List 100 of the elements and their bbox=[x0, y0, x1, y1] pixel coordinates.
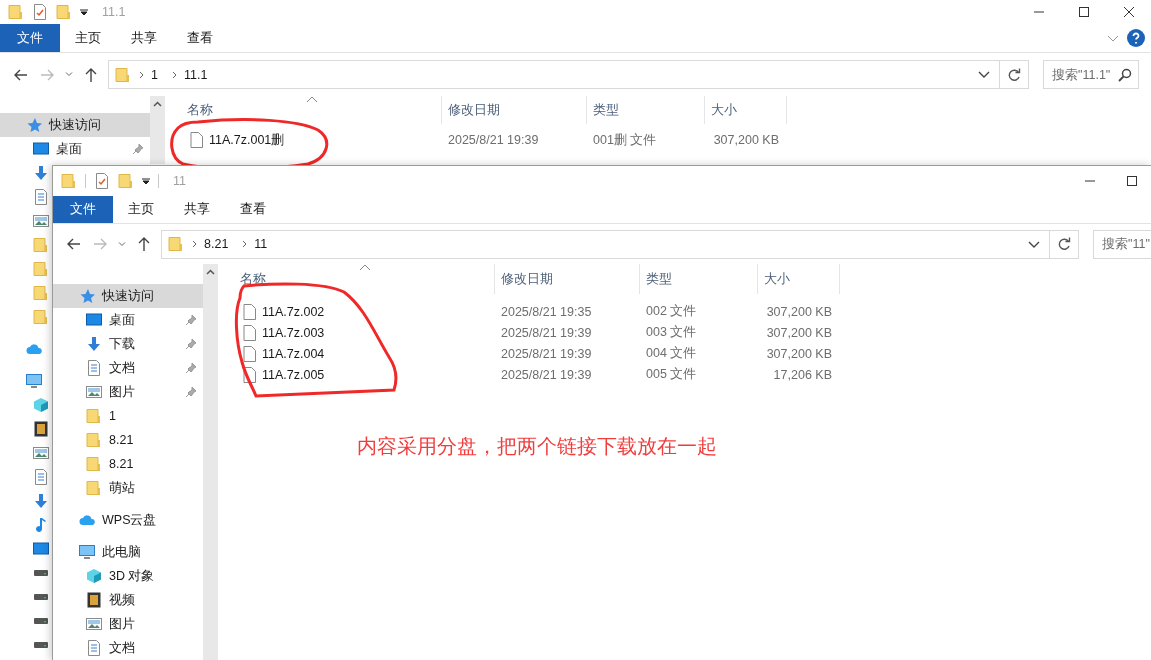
path-crumb[interactable]: 1 bbox=[145, 67, 164, 82]
scrollbar[interactable] bbox=[203, 264, 218, 660]
file-name[interactable]: 11A.7z.005 bbox=[262, 367, 325, 382]
sort-up-icon bbox=[306, 96, 318, 103]
nav-item[interactable]: 桌面 bbox=[0, 137, 150, 161]
ribbon-tab[interactable]: 共享 bbox=[169, 196, 225, 223]
pin-icon bbox=[132, 143, 144, 155]
chevron-down-icon bbox=[118, 241, 126, 247]
folder-icon bbox=[86, 456, 102, 472]
folder-icon bbox=[33, 309, 49, 325]
document-icon bbox=[33, 469, 49, 485]
chevron-down-icon bbox=[978, 71, 990, 78]
film-icon bbox=[33, 421, 49, 437]
size-cell-text: 307,200 KB bbox=[765, 346, 833, 361]
ribbon-tab[interactable]: 文件 bbox=[0, 24, 60, 52]
nav-item[interactable]: 快速访问 bbox=[0, 113, 150, 137]
file-icon bbox=[243, 366, 256, 383]
address-bar[interactable]: 8.21 11 bbox=[161, 229, 1050, 259]
folder-icon bbox=[86, 432, 102, 448]
size-cell-text: 17,206 KB bbox=[772, 367, 833, 382]
nav-item[interactable]: 8.21 bbox=[53, 428, 203, 452]
nav-item[interactable]: 1 bbox=[53, 404, 203, 428]
date-cell-text: 2025/8/21 19:39 bbox=[500, 367, 593, 382]
ribbon-tab[interactable]: 主页 bbox=[113, 196, 169, 223]
music-note-icon bbox=[33, 517, 49, 533]
column-header[interactable]: 修改日期 bbox=[442, 96, 587, 124]
ribbon-tab[interactable]: 查看 bbox=[225, 196, 281, 223]
document-icon bbox=[33, 189, 49, 205]
nav-item[interactable]: 视频 bbox=[53, 588, 203, 612]
file-name[interactable]: 11A.7z.002 bbox=[262, 304, 325, 319]
nav-item[interactable]: 图片 bbox=[53, 380, 203, 404]
file-name[interactable]: 11A.7z.004 bbox=[262, 346, 325, 361]
star-icon bbox=[79, 288, 95, 304]
nav-item[interactable]: 3D 对象 bbox=[53, 564, 203, 588]
column-header[interactable]: 类型 bbox=[640, 264, 758, 294]
scroll-up-icon bbox=[206, 269, 215, 275]
refresh-button[interactable] bbox=[1050, 229, 1079, 259]
chevron-right-icon bbox=[139, 70, 145, 79]
monitor-icon bbox=[86, 312, 102, 328]
picture-icon bbox=[86, 384, 102, 400]
cloud-icon bbox=[79, 512, 95, 528]
caret-icon bbox=[80, 8, 88, 16]
computer-icon bbox=[79, 544, 95, 560]
scroll-up-icon bbox=[153, 101, 162, 107]
ribbon-tab[interactable]: 共享 bbox=[116, 24, 172, 52]
properties-icon bbox=[94, 173, 110, 189]
cloud-icon bbox=[26, 341, 42, 357]
pin-icon bbox=[185, 314, 197, 326]
annotation-note: 内容采用分盘，把两个链接下载放在一起 bbox=[357, 434, 717, 459]
column-header[interactable]: 大小 bbox=[705, 96, 787, 124]
search-field[interactable]: 搜索"11.1" bbox=[1043, 60, 1139, 89]
folder-icon bbox=[168, 236, 184, 252]
ribbon-tab[interactable]: 查看 bbox=[172, 24, 228, 52]
folder-icon bbox=[56, 4, 72, 20]
folder-icon bbox=[86, 408, 102, 424]
search-icon bbox=[1118, 68, 1132, 82]
date-cell-text: 2025/8/21 19:39 bbox=[500, 325, 593, 340]
search-field[interactable]: 搜索"11" bbox=[1093, 229, 1151, 259]
nav-item[interactable]: 萌站 bbox=[53, 476, 203, 500]
down-arrow-icon bbox=[33, 165, 49, 181]
nav-item[interactable]: 桌面 bbox=[53, 308, 203, 332]
file-name[interactable]: 11A.7z.003 bbox=[262, 325, 325, 340]
ribbon-tab[interactable]: 文件 bbox=[53, 196, 113, 223]
refresh-icon bbox=[1007, 67, 1021, 82]
date-cell-text: 2025/8/21 19:39 bbox=[447, 133, 540, 147]
nav-item[interactable]: 文档 bbox=[53, 636, 203, 660]
pin-icon bbox=[185, 338, 197, 350]
nav-item[interactable]: 文档 bbox=[53, 356, 203, 380]
path-crumb[interactable]: 8.21 bbox=[198, 237, 235, 251]
file-name[interactable]: 11A.7z.001删 bbox=[209, 131, 285, 149]
cube-icon bbox=[86, 568, 102, 584]
column-header[interactable]: 修改日期 bbox=[495, 264, 640, 294]
drive-icon bbox=[33, 642, 49, 648]
scrollbar[interactable] bbox=[150, 96, 165, 164]
nav-item[interactable]: 图片 bbox=[53, 612, 203, 636]
pin-icon bbox=[185, 386, 197, 398]
nav-item[interactable]: 下载 bbox=[53, 332, 203, 356]
address-bar[interactable]: 1 11.1 bbox=[108, 60, 1000, 89]
chevron-down-icon bbox=[1028, 240, 1040, 248]
drive-icon bbox=[33, 618, 49, 624]
folder-icon bbox=[115, 66, 131, 83]
column-header[interactable]: 大小 bbox=[758, 264, 840, 294]
column-header[interactable]: 名称 bbox=[165, 96, 442, 124]
nav-item[interactable]: 快速访问 bbox=[53, 284, 203, 308]
caret-icon bbox=[142, 177, 150, 185]
ribbon-tab[interactable]: 主页 bbox=[60, 24, 116, 52]
window-title: 11.1 bbox=[102, 5, 127, 19]
path-crumb[interactable]: 11.1 bbox=[177, 67, 214, 82]
column-header[interactable]: 类型 bbox=[587, 96, 705, 124]
left-arrow-icon bbox=[67, 238, 81, 250]
refresh-button[interactable] bbox=[1000, 60, 1029, 89]
nav-item[interactable]: 8.21 bbox=[53, 452, 203, 476]
picture-icon bbox=[86, 616, 102, 632]
column-header[interactable]: 名称 bbox=[218, 264, 495, 294]
nav-item[interactable]: 此电脑 bbox=[53, 540, 203, 564]
path-crumb[interactable]: 11 bbox=[248, 237, 274, 251]
window-title: 11 bbox=[173, 174, 187, 188]
date-cell-text: 2025/8/21 19:35 bbox=[500, 304, 593, 319]
star-icon bbox=[26, 117, 42, 133]
nav-item[interactable]: WPS云盘 bbox=[53, 508, 203, 532]
